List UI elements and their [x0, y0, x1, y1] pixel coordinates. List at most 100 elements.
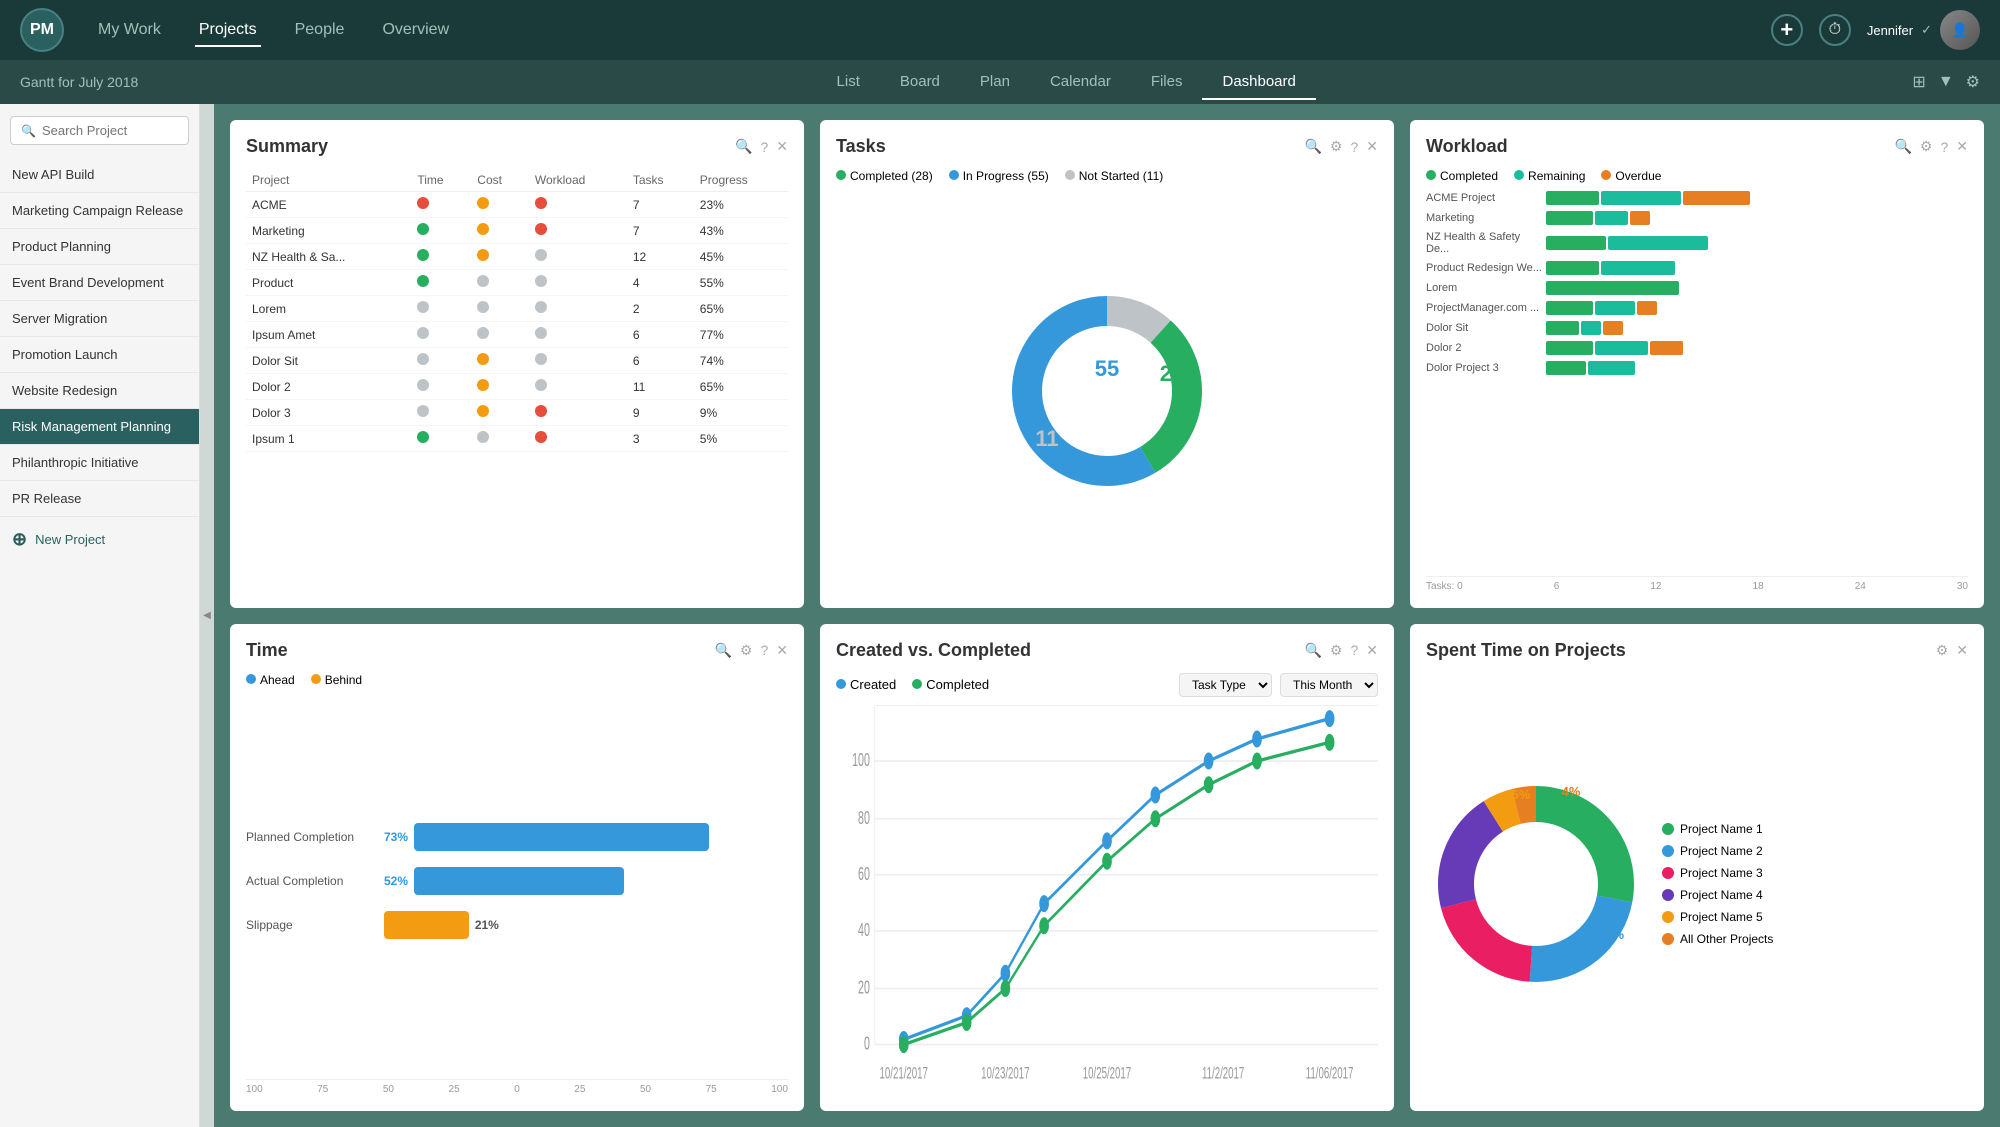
- sidebar-item-website-redesign[interactable]: Website Redesign: [0, 373, 199, 409]
- workload-legend-remaining: Remaining: [1514, 169, 1585, 183]
- workload-help-icon[interactable]: ?: [1940, 139, 1948, 155]
- cvc-search-icon[interactable]: 🔍: [1304, 642, 1321, 659]
- time-title: Time: [246, 640, 288, 661]
- sidebar-collapse-handle[interactable]: ◀: [200, 104, 214, 1127]
- summary-tasks-count: 2: [627, 296, 694, 322]
- summary-search-icon[interactable]: 🔍: [735, 138, 752, 155]
- workload-row: Dolor 2: [1426, 341, 1968, 355]
- cvc-help-icon[interactable]: ?: [1350, 642, 1358, 658]
- tasks-legend-inprogress: In Progress (55): [949, 169, 1049, 183]
- tasks-donut-chart: 55 11 28: [997, 281, 1217, 501]
- workload-overdue-bar: [1630, 211, 1650, 225]
- workload-legend-overdue: Overdue: [1601, 169, 1661, 183]
- summary-cost-dot: [471, 192, 529, 218]
- summary-header: Summary 🔍 ? ✕: [246, 136, 788, 157]
- summary-cost-dot: [471, 296, 529, 322]
- user-menu[interactable]: Jennifer ✓ 👤: [1867, 10, 1980, 50]
- sidebar-item-pr-release[interactable]: PR Release: [0, 481, 199, 517]
- tab-list[interactable]: List: [817, 65, 880, 100]
- time-axis-100r: 100: [771, 1084, 788, 1095]
- cvc-task-type-dropdown[interactable]: Task Type: [1179, 673, 1272, 697]
- nav-overview[interactable]: Overview: [378, 13, 453, 47]
- summary-tasks-count: 7: [627, 218, 694, 244]
- sidebar-item-new-api-build[interactable]: New API Build: [0, 157, 199, 193]
- search-box[interactable]: 🔍: [10, 116, 189, 145]
- workload-row-label: Product Redesign We...: [1426, 262, 1546, 274]
- add-button[interactable]: +: [1771, 14, 1803, 46]
- tasks-legend-notstarted: Not Started (11): [1065, 169, 1163, 183]
- cvc-actions: 🔍 ⚙ ? ✕: [1304, 642, 1378, 659]
- spent-settings-icon[interactable]: ⚙: [1936, 642, 1949, 659]
- col-progress: Progress: [694, 169, 788, 192]
- summary-project-name: Product: [246, 270, 411, 296]
- summary-help-icon[interactable]: ?: [760, 139, 768, 155]
- table-row: Marketing 7 43%: [246, 218, 788, 244]
- spent-time-title: Spent Time on Projects: [1426, 640, 1626, 661]
- time-settings-icon[interactable]: ⚙: [740, 642, 753, 659]
- workload-row: NZ Health & Safety De...: [1426, 231, 1968, 255]
- time-help-icon[interactable]: ?: [760, 642, 768, 658]
- tab-dashboard[interactable]: Dashboard: [1202, 65, 1315, 100]
- summary-progress-pct: 43%: [694, 218, 788, 244]
- spent-label-4: Project Name 4: [1680, 888, 1763, 902]
- tasks-close-icon[interactable]: ✕: [1366, 138, 1378, 155]
- workload-row: Dolor Sit: [1426, 321, 1968, 335]
- search-input[interactable]: [42, 123, 200, 138]
- sidebar-item-product-planning[interactable]: Product Planning: [0, 229, 199, 265]
- time-axis: 100 75 50 25 0 25 50 75 100: [246, 1079, 788, 1095]
- svg-text:80: 80: [858, 807, 870, 828]
- sidebar-item-philanthropic[interactable]: Philanthropic Initiative: [0, 445, 199, 481]
- workload-completed-bar: [1546, 281, 1679, 295]
- tab-files[interactable]: Files: [1131, 65, 1203, 100]
- time-axis-25l: 25: [449, 1084, 460, 1095]
- spent-close-icon[interactable]: ✕: [1956, 642, 1968, 659]
- workload-legend: Completed Remaining Overdue: [1426, 169, 1968, 183]
- avatar: 👤: [1940, 10, 1980, 50]
- sidebar-item-risk-management[interactable]: Risk Management Planning: [0, 409, 199, 445]
- main-layout: 🔍 New API Build Marketing Campaign Relea…: [0, 104, 2000, 1127]
- tab-board[interactable]: Board: [880, 65, 960, 100]
- cvc-this-month-dropdown[interactable]: This Month: [1280, 673, 1378, 697]
- new-project-button[interactable]: ⊕ New Project: [0, 517, 199, 562]
- summary-cost-dot: [471, 322, 529, 348]
- summary-close-icon[interactable]: ✕: [776, 138, 788, 155]
- workload-settings-icon[interactable]: ⚙: [1920, 138, 1933, 155]
- workload-row-label: Marketing: [1426, 212, 1546, 224]
- summary-project-name: Ipsum Amet: [246, 322, 411, 348]
- cvc-close-icon[interactable]: ✕: [1366, 642, 1378, 659]
- sub-nav-tabs: List Board Plan Calendar Files Dashboard: [220, 65, 1912, 100]
- settings-icon[interactable]: ⚙: [1966, 72, 1980, 92]
- table-row: Dolor 2 11 65%: [246, 374, 788, 400]
- nav-projects[interactable]: Projects: [195, 13, 261, 47]
- table-row: Ipsum Amet 6 77%: [246, 322, 788, 348]
- summary-cost-dot: [471, 348, 529, 374]
- tasks-settings-icon[interactable]: ⚙: [1330, 138, 1343, 155]
- tasks-title: Tasks: [836, 136, 886, 157]
- grid-icon[interactable]: ⊞: [1912, 72, 1925, 92]
- summary-progress-pct: 55%: [694, 270, 788, 296]
- tab-plan[interactable]: Plan: [960, 65, 1030, 100]
- tab-calendar[interactable]: Calendar: [1030, 65, 1131, 100]
- summary-workload-dot: [529, 400, 627, 426]
- workload-search-icon[interactable]: 🔍: [1894, 138, 1911, 155]
- nav-people[interactable]: People: [291, 13, 349, 47]
- sidebar-item-promotion-launch[interactable]: Promotion Launch: [0, 337, 199, 373]
- sidebar-item-marketing-campaign[interactable]: Marketing Campaign Release: [0, 193, 199, 229]
- time-close-icon[interactable]: ✕: [776, 642, 788, 659]
- cvc-settings-icon[interactable]: ⚙: [1330, 642, 1343, 659]
- spent-time-donut: 28% 23% 20% 20% 5% 4%: [1426, 774, 1646, 994]
- time-search-icon[interactable]: 🔍: [714, 642, 731, 659]
- summary-workload-dot: [529, 348, 627, 374]
- filter-icon[interactable]: ▼: [1938, 73, 1954, 91]
- tasks-search-icon[interactable]: 🔍: [1304, 138, 1321, 155]
- nav-my-work[interactable]: My Work: [94, 13, 165, 47]
- clock-button[interactable]: ⏱: [1819, 14, 1851, 46]
- logo[interactable]: PM: [20, 8, 64, 52]
- workload-remaining-bar: [1595, 211, 1628, 225]
- workload-completed-bar: [1546, 236, 1606, 250]
- tasks-help-icon[interactable]: ?: [1350, 139, 1358, 155]
- workload-close-icon[interactable]: ✕: [1956, 138, 1968, 155]
- sidebar-item-server-migration[interactable]: Server Migration: [0, 301, 199, 337]
- workload-completed-bar: [1546, 341, 1593, 355]
- sidebar-item-event-brand[interactable]: Event Brand Development: [0, 265, 199, 301]
